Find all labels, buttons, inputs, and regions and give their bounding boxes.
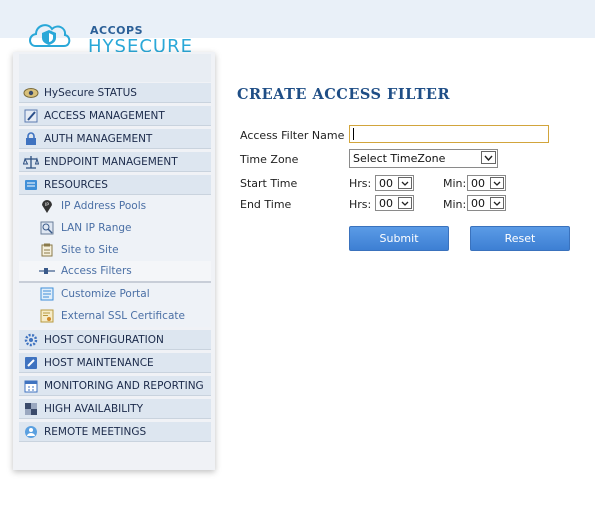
sidebar-item-resources[interactable]: RESOURCES: [19, 175, 211, 195]
sidebar-item-label: RESOURCES: [44, 178, 108, 191]
end-min-value: 00: [471, 197, 485, 210]
lock-icon: [23, 131, 39, 146]
sidebar-item-endpoint-management[interactable]: ENDPOINT MANAGEMENT: [19, 152, 211, 172]
scales-icon: [23, 155, 39, 169]
wrench-icon: [23, 356, 39, 370]
sidebar-item-label: HySecure STATUS: [44, 86, 137, 99]
sidebar-item-label: ENDPOINT MANAGEMENT: [44, 155, 178, 168]
sidebar-item-label: HOST CONFIGURATION: [44, 333, 164, 346]
start-time-label: Start Time: [240, 177, 298, 190]
start-hrs-label: Hrs:: [349, 177, 372, 190]
time-zone-select[interactable]: Select TimeZone: [349, 149, 498, 168]
start-hrs-select[interactable]: 00: [375, 175, 414, 191]
access-filter-name-label: Access Filter Name: [240, 129, 345, 142]
sidebar-item-label: HIGH AVAILABILITY: [44, 402, 144, 415]
start-min-label: Min:: [443, 177, 467, 190]
reset-button[interactable]: Reset: [470, 226, 570, 251]
chevron-down-icon: [481, 151, 496, 164]
page-title: CREATE ACCESS FILTER: [237, 86, 451, 103]
access-filter-name-input[interactable]: [349, 125, 549, 143]
certificate-icon: [39, 308, 55, 324]
sidebar-item-monitoring-and-reporting[interactable]: MONITORING AND REPORTING: [19, 376, 211, 396]
time-zone-label: Time Zone: [240, 153, 299, 166]
sidebar-item-host-maintenance[interactable]: HOST MAINTENANCE: [19, 353, 211, 373]
pen-icon: [23, 109, 39, 123]
submenu-item-customize-portal[interactable]: Customize Portal: [19, 283, 211, 305]
sidebar-item-hysecure-status[interactable]: HySecure STATUS: [19, 83, 211, 103]
submenu-item-label: Site to Site: [61, 244, 119, 256]
clipboard-icon: [39, 242, 55, 258]
submenu-item-ip-address-pools[interactable]: IP IP Address Pools: [19, 195, 211, 217]
submenu-item-external-ssl-certificate[interactable]: External SSL Certificate: [19, 305, 211, 327]
start-min-value: 00: [471, 177, 485, 190]
chevron-down-icon: [398, 177, 412, 189]
sidebar-header: [19, 54, 211, 82]
submenu-item-label: IP Address Pools: [61, 200, 147, 212]
cloud-shield-icon: [29, 24, 71, 47]
start-hrs-value: 00: [379, 177, 393, 190]
sidebar-item-label: ACCESS MANAGEMENT: [44, 109, 165, 122]
sidebar-item-access-management[interactable]: ACCESS MANAGEMENT: [19, 106, 211, 126]
time-zone-value: Select TimeZone: [353, 152, 446, 165]
end-hrs-label: Hrs:: [349, 198, 372, 211]
sidebar-item-auth-management[interactable]: AUTH MANAGEMENT: [19, 129, 211, 149]
calendar-icon: [23, 379, 39, 393]
end-min-label: Min:: [443, 198, 467, 211]
submenu-item-label: LAN IP Range: [61, 222, 132, 234]
sidebar-item-label: MONITORING AND REPORTING: [44, 379, 204, 392]
end-hrs-value: 00: [379, 197, 393, 210]
chevron-down-icon: [490, 177, 504, 189]
sidebar-item-high-availability[interactable]: HIGH AVAILABILITY: [19, 399, 211, 419]
sidebar-item-label: REMOTE MEETINGS: [44, 425, 147, 438]
lan-icon: [39, 220, 55, 236]
submit-button[interactable]: Submit: [349, 226, 449, 251]
chevron-down-icon: [398, 197, 412, 209]
sidebar: HySecure STATUS ACCESS MANAGEMENT AUTH M…: [13, 52, 215, 470]
filter-plug-icon: [39, 263, 55, 279]
logo: ACCOPS HYSECURE: [20, 12, 210, 57]
submenu-item-label: External SSL Certificate: [61, 310, 185, 322]
chevron-down-icon: [490, 197, 504, 209]
cart-icon: [23, 178, 39, 192]
cubes-icon: [23, 402, 39, 416]
text-caret: [353, 128, 354, 140]
submenu-item-label: Access Filters: [61, 265, 132, 277]
end-time-label: End Time: [240, 198, 292, 211]
submenu-item-lan-ip-range[interactable]: LAN IP Range: [19, 217, 211, 239]
submenu-item-label: Customize Portal: [61, 288, 150, 300]
end-hrs-select[interactable]: 00: [375, 195, 414, 211]
sidebar-item-label: AUTH MANAGEMENT: [44, 132, 153, 145]
meeting-icon: [23, 425, 39, 439]
gears-icon: [23, 333, 39, 347]
end-min-select[interactable]: 00: [467, 195, 506, 211]
submenu-item-access-filters[interactable]: Access Filters: [19, 261, 211, 283]
start-min-select[interactable]: 00: [467, 175, 506, 191]
sidebar-item-remote-meetings[interactable]: REMOTE MEETINGS: [19, 422, 211, 442]
submenu-item-site-to-site[interactable]: Site to Site: [19, 239, 211, 261]
portal-icon: [39, 286, 55, 302]
ip-pin-icon: IP: [39, 198, 55, 214]
svg-text:IP: IP: [45, 202, 49, 208]
eye-status-icon: [23, 86, 39, 100]
sidebar-item-host-configuration[interactable]: HOST CONFIGURATION: [19, 330, 211, 350]
sidebar-item-label: HOST MAINTENANCE: [44, 356, 154, 369]
